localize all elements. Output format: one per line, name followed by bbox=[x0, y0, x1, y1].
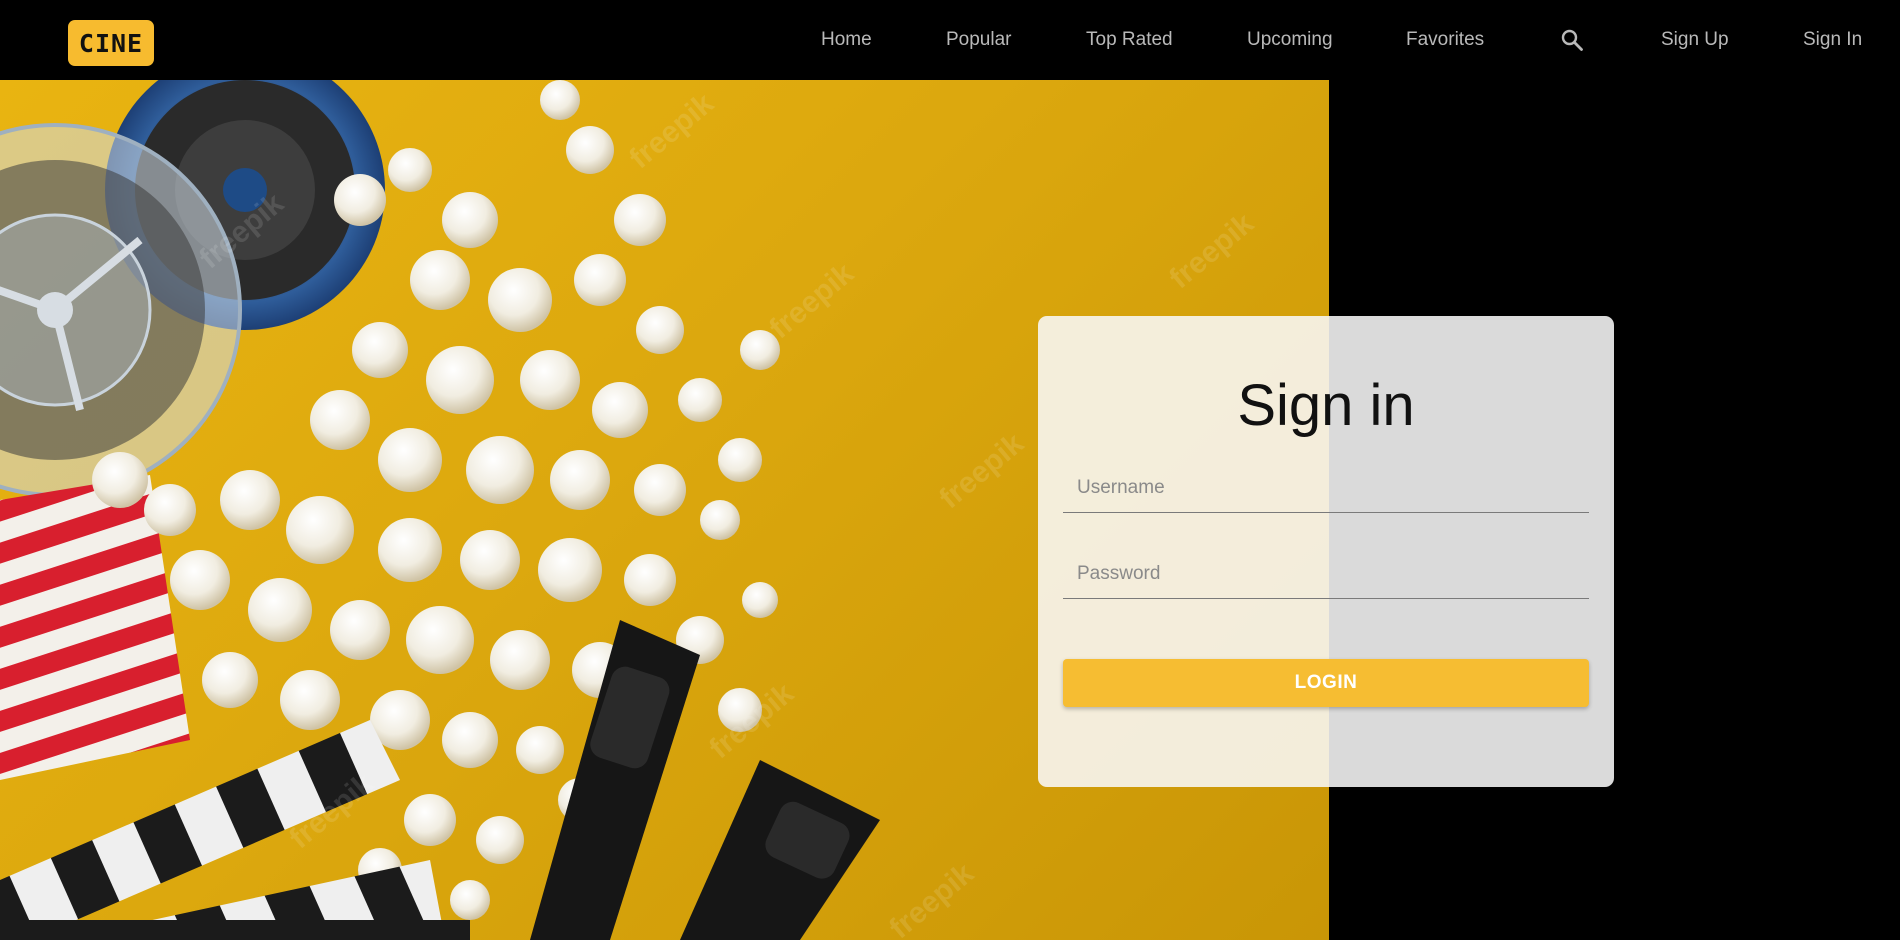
password-field-wrapper bbox=[1063, 549, 1589, 599]
username-input[interactable] bbox=[1063, 463, 1589, 512]
svg-text:freepik: freepik bbox=[703, 677, 800, 766]
cine-logo[interactable]: CINE bbox=[68, 20, 154, 66]
top-navbar: CINE Home Popular Top Rated Upcoming Fav… bbox=[0, 0, 1900, 80]
nav-popular[interactable]: Popular bbox=[946, 0, 1012, 80]
search-icon[interactable] bbox=[1560, 28, 1584, 52]
popcorn-box-icon bbox=[0, 452, 196, 780]
svg-text:freepik: freepik bbox=[1163, 207, 1260, 296]
login-button[interactable]: LOGIN bbox=[1063, 659, 1589, 707]
nav-upcoming[interactable]: Upcoming bbox=[1247, 0, 1333, 80]
svg-text:freepik: freepik bbox=[763, 257, 860, 346]
password-input[interactable] bbox=[1063, 549, 1589, 598]
nav-top-rated[interactable]: Top Rated bbox=[1086, 0, 1173, 80]
username-field-wrapper bbox=[1063, 463, 1589, 513]
sign-in-title: Sign in bbox=[1237, 373, 1415, 438]
svg-text:freepik: freepik bbox=[933, 427, 1030, 516]
sign-in-card: Sign in LOGIN bbox=[1038, 316, 1614, 787]
nav-favorites[interactable]: Favorites bbox=[1406, 0, 1484, 80]
nav-home[interactable]: Home bbox=[821, 0, 872, 80]
svg-text:freepik: freepik bbox=[623, 87, 720, 176]
nav-sign-in[interactable]: Sign In bbox=[1803, 0, 1862, 80]
nav-sign-up[interactable]: Sign Up bbox=[1661, 0, 1729, 80]
svg-text:freepik: freepik bbox=[883, 857, 980, 940]
